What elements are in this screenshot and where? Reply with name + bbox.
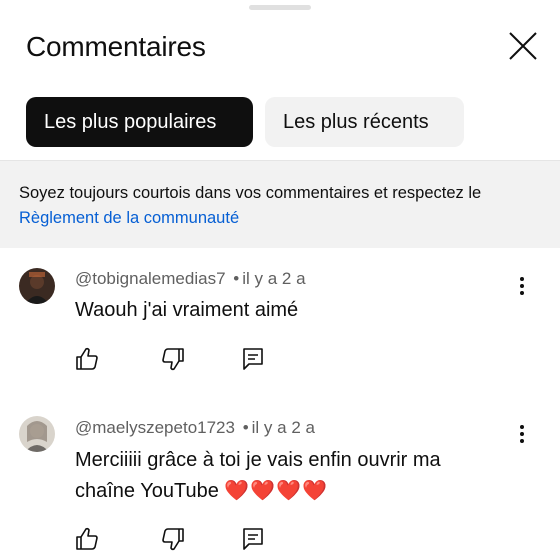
avatar[interactable] xyxy=(19,268,55,304)
dislike-button[interactable] xyxy=(160,346,186,372)
reply-button[interactable] xyxy=(240,526,266,552)
dislike-button[interactable] xyxy=(160,526,186,552)
comment-author[interactable]: @maelyszepeto1723 xyxy=(75,418,235,437)
thumb-down-icon xyxy=(162,348,184,371)
sort-tabs: Les plus populaires Les plus récents xyxy=(26,97,464,147)
avatar-image xyxy=(19,416,55,452)
thumb-up-icon xyxy=(76,347,98,370)
comment-item: @tobignalemedias7 • il y a 2 a Waouh j'ai… xyxy=(0,264,560,384)
sheet-header: Commentaires xyxy=(26,30,560,66)
community-notice: Soyez toujours courtois dans vos comment… xyxy=(0,160,560,248)
close-icon xyxy=(509,32,537,60)
reply-button[interactable] xyxy=(240,346,266,372)
comment-text-line: chaîne YouTube ❤️❤️❤️❤️ xyxy=(75,476,515,507)
comments-sheet: Commentaires Les plus populaires Les plu… xyxy=(0,0,560,560)
comment-time: il y a 2 a xyxy=(251,418,315,437)
avatar[interactable] xyxy=(19,416,55,452)
comment-text: Merciiiii grâce à toi je vais enfin ouvr… xyxy=(75,445,515,507)
more-vert-icon xyxy=(520,425,524,443)
like-button[interactable] xyxy=(74,526,100,552)
heart-emoji: ❤️❤️❤️❤️ xyxy=(224,480,329,502)
comment-text-end: chaîne YouTube xyxy=(75,480,219,502)
comment-meta: @maelyszepeto1723 • il y a 2 a xyxy=(75,417,315,439)
close-button[interactable] xyxy=(507,30,539,62)
community-guidelines-link[interactable]: Règlement de la communauté xyxy=(19,206,542,231)
comment-author[interactable]: @tobignalemedias7 xyxy=(75,269,226,288)
meta-separator: • xyxy=(242,418,249,437)
comment-item: @maelyszepeto1723 • il y a 2 a Merciiiii … xyxy=(0,412,560,560)
drag-handle[interactable] xyxy=(249,5,311,10)
comment-text-line: Merciiiii grâce à toi je vais enfin ouvr… xyxy=(75,449,441,471)
more-vert-icon xyxy=(520,277,524,295)
comment-menu-button[interactable] xyxy=(512,422,532,446)
comment-menu-button[interactable] xyxy=(512,274,532,298)
reply-icon xyxy=(243,528,263,550)
notice-text: Soyez toujours courtois dans vos comment… xyxy=(19,184,482,202)
thumb-down-icon xyxy=(162,528,184,551)
sheet-title: Commentaires xyxy=(26,31,206,62)
reply-icon xyxy=(243,348,263,370)
avatar-image xyxy=(19,268,55,304)
thumb-up-icon xyxy=(76,527,98,550)
tab-top-comments[interactable]: Les plus populaires xyxy=(26,97,253,147)
comment-text: Waouh j'ai vraiment aimé xyxy=(75,299,299,321)
like-button[interactable] xyxy=(74,346,100,372)
comment-time: il y a 2 a xyxy=(242,269,306,288)
tab-newest[interactable]: Les plus récents xyxy=(265,97,464,147)
meta-separator: • xyxy=(233,269,240,288)
comment-meta: @tobignalemedias7 • il y a 2 a xyxy=(75,268,306,290)
